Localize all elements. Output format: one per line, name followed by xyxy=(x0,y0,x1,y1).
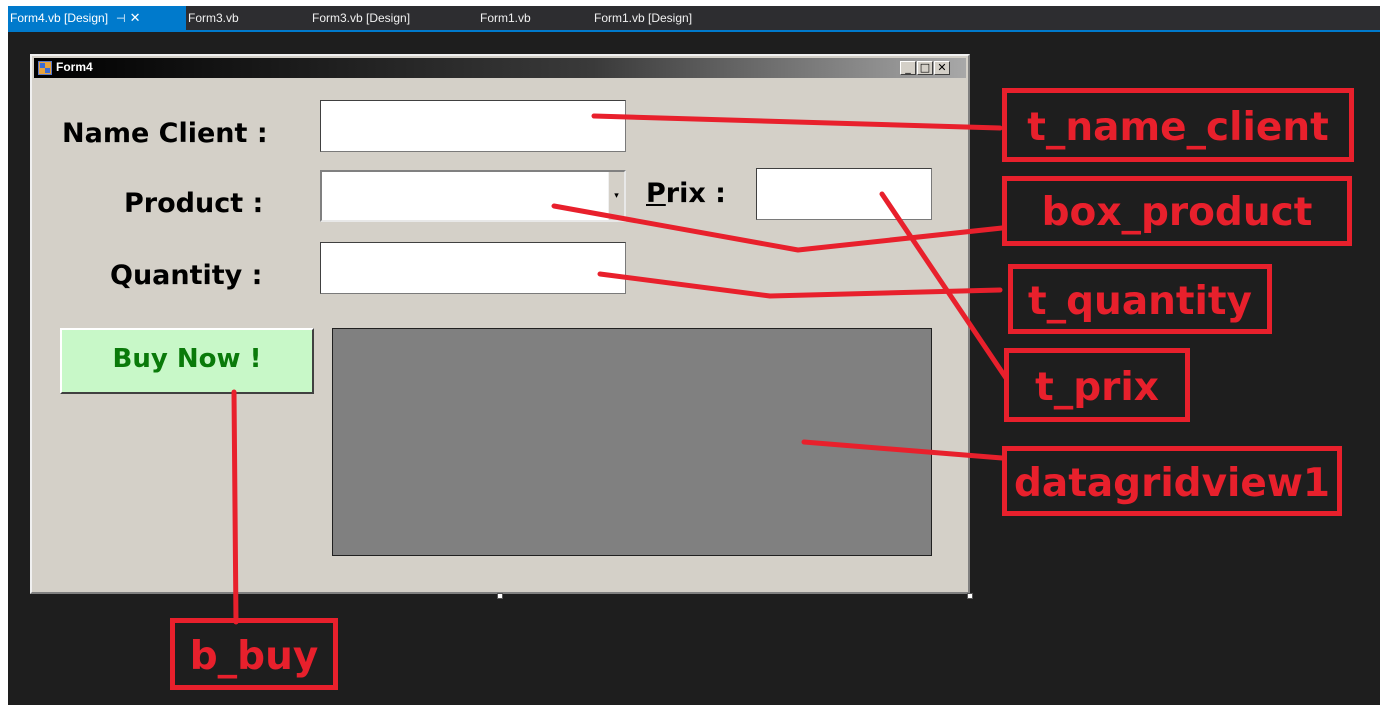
annotation-datagridview1: datagridview1 xyxy=(1002,446,1342,516)
annotation-line-t-prix xyxy=(879,191,1009,381)
annotation-t-name-client: t_name_client xyxy=(1002,88,1354,162)
ide-workspace: Form4.vb [Design] ⊣ ✕ Form3.vb Form3.vb [D… xyxy=(8,6,1380,705)
annotation-line-datagridview1 xyxy=(801,439,1005,461)
annotation-box-product: box_product xyxy=(1002,176,1352,246)
annotation-t-quantity: t_quantity xyxy=(1008,264,1272,334)
annotation-line-t-name-client xyxy=(591,113,1003,131)
annotation-t-prix: t_prix xyxy=(1004,348,1190,422)
annotation-line-b-buy xyxy=(231,389,239,625)
annotation-b-buy: b_buy xyxy=(170,618,338,690)
annotation-line-box-product xyxy=(551,203,1005,253)
